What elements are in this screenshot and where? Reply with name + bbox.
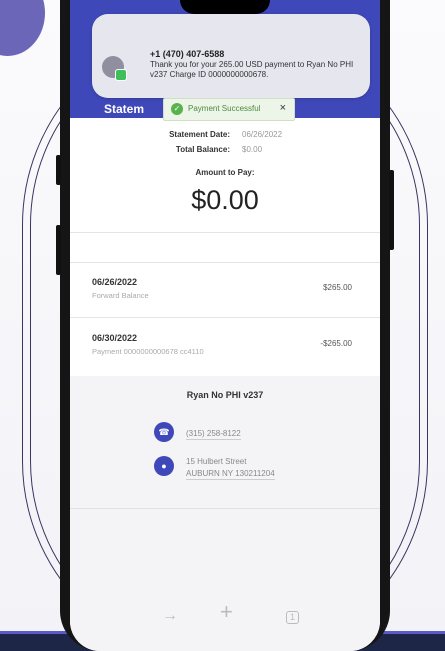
ledger-description: Payment 0000000000678 cc4110 xyxy=(92,347,204,356)
section-divider xyxy=(70,262,380,263)
merchant-name: Ryan No PHI v237 xyxy=(186,390,264,400)
background: Statem +1 (470) 407-6588 Thank you for y… xyxy=(0,0,445,651)
sms-notification[interactable]: +1 (470) 407-6588 Thank you for your 265… xyxy=(92,14,370,98)
phone-icon: ☎ xyxy=(154,422,174,442)
ledger-date: 06/30/2022 xyxy=(92,333,138,343)
check-icon: ✓ xyxy=(171,103,183,115)
payment-success-toast: ✓ Payment Successful × xyxy=(163,98,295,121)
ledger-row[interactable]: 06/30/2022 Payment 0000000000678 cc4110 … xyxy=(70,333,380,373)
row-divider xyxy=(70,317,380,318)
ledger-row[interactable]: 06/26/2022 Forward Balance $265.00 xyxy=(70,277,380,317)
close-icon[interactable]: × xyxy=(280,102,286,114)
ledger-date: 06/26/2022 xyxy=(92,277,138,287)
statement-date-value: 06/26/2022 xyxy=(242,130,283,139)
total-balance-row: Total Balance: $0.00 xyxy=(70,145,380,157)
amount-to-pay-label: Amount to Pay: xyxy=(195,168,255,177)
toast-message: Payment Successful xyxy=(188,104,261,113)
location-icon: ● xyxy=(154,456,174,476)
notification-sender: +1 (470) 407-6588 xyxy=(150,49,225,59)
phone-frame: Statem +1 (470) 407-6588 Thank you for y… xyxy=(56,0,394,651)
volume-up-button xyxy=(56,155,61,185)
merchant-address-line2[interactable]: AUBURN NY 130211204 xyxy=(186,468,275,480)
card-bottom-divider xyxy=(70,508,380,509)
amount-to-pay-value: $0.00 xyxy=(191,185,259,215)
add-tab-icon[interactable]: + xyxy=(220,601,233,623)
phone-screen: Statem +1 (470) 407-6588 Thank you for y… xyxy=(70,0,380,651)
ledger-amount: -$265.00 xyxy=(320,339,352,348)
messages-app-icon xyxy=(102,56,127,81)
section-divider xyxy=(70,232,380,233)
notification-message: Thank you for your 265.00 USD payment to… xyxy=(150,60,354,79)
power-button xyxy=(389,170,394,250)
merchant-address-line1[interactable]: 15 Hulbert Street xyxy=(186,456,246,467)
statement-date-label: Statement Date: xyxy=(169,130,230,139)
statement-date-row: Statement Date: 06/26/2022 xyxy=(70,130,380,142)
forward-arrow-icon[interactable]: → xyxy=(162,608,178,624)
tabs-icon[interactable]: 1 xyxy=(286,611,300,624)
ledger-amount: $265.00 xyxy=(323,283,352,292)
phone-notch xyxy=(180,0,270,14)
total-balance-value: $0.00 xyxy=(242,145,263,154)
page-title: Statem xyxy=(104,102,145,116)
merchant-phone-link[interactable]: (315) 258-8122 xyxy=(186,428,241,440)
volume-down-button xyxy=(56,225,61,275)
total-balance-label: Total Balance: xyxy=(175,145,230,154)
ledger-description: Forward Balance xyxy=(92,291,149,300)
corner-decoration xyxy=(0,0,45,56)
